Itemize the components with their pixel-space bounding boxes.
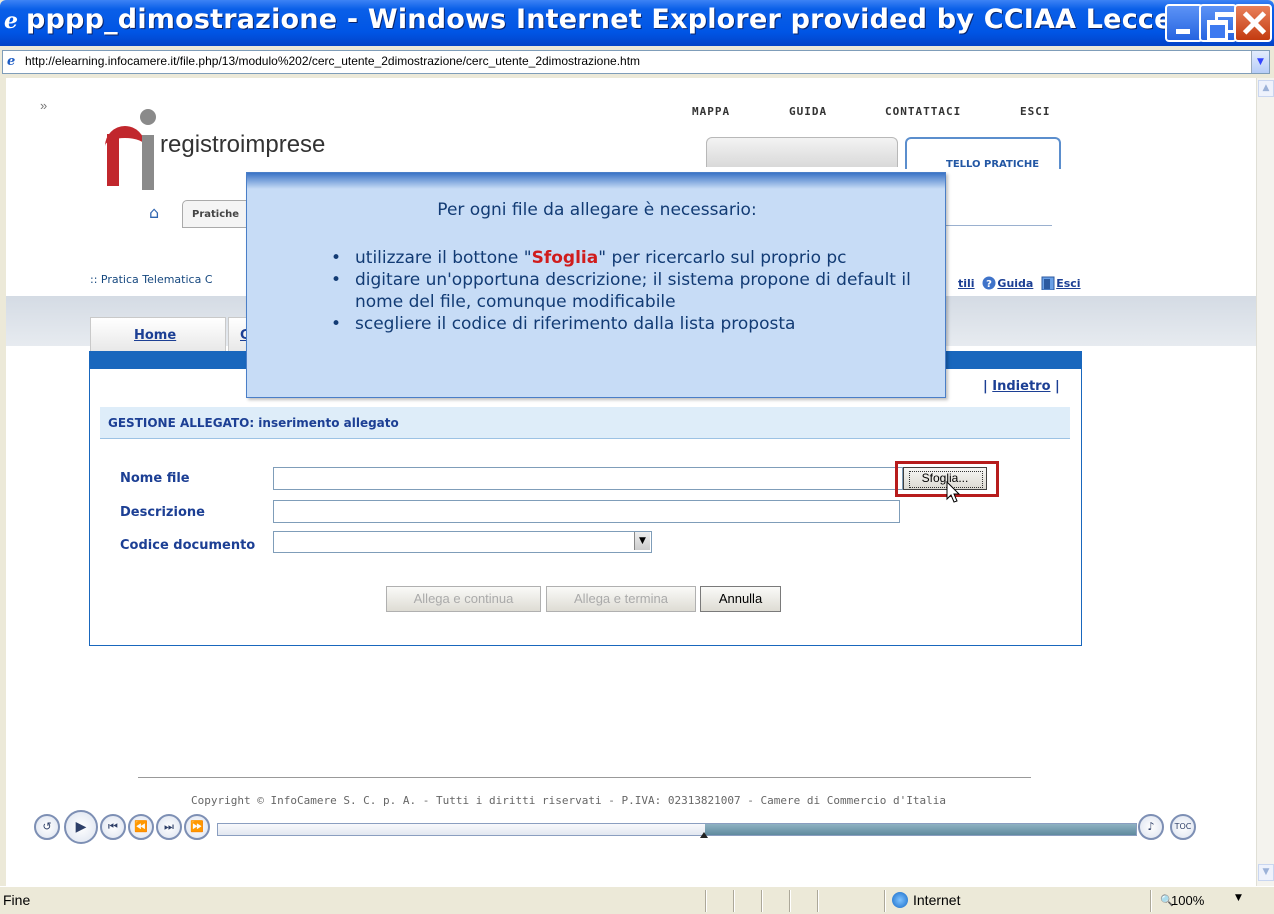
indietro-label[interactable]: Indietro: [992, 379, 1050, 394]
tooltip-item: utilizzare il bottone "Sfoglia" per rice…: [331, 247, 931, 269]
window-title: pppp_dimostrazione - Windows Internet Ex…: [26, 4, 1173, 35]
ie-logo-icon: e: [4, 8, 18, 34]
address-dropdown-icon[interactable]: ▼: [1251, 51, 1269, 73]
section-title: GESTIONE ALLEGATO: inserimento allegato: [108, 416, 399, 430]
vertical-scrollbar[interactable]: ▲ ▼: [1256, 78, 1274, 886]
address-field[interactable]: e http://elearning.infocamere.it/file.ph…: [2, 50, 1270, 74]
nome-file-label: Nome file: [120, 471, 190, 486]
footer-divider: [138, 777, 1031, 778]
status-divider: [1150, 890, 1152, 912]
select-dropdown-icon[interactable]: ▼: [634, 532, 650, 550]
minimize-button[interactable]: [1165, 4, 1203, 42]
tab-area-1[interactable]: [706, 137, 898, 167]
copyright-text: Copyright © InfoCamere S. C. p. A. - Tut…: [191, 794, 946, 807]
tab-sportello-label[interactable]: TELLO PRATICHE: [946, 159, 1039, 170]
status-bar: Fine Internet 🔍 100% ▼: [0, 886, 1274, 914]
progress-bar[interactable]: [217, 823, 1137, 836]
mouse-cursor-icon: [946, 481, 961, 503]
utility-links: tili ? Guida Esci: [958, 276, 1081, 290]
exit-door-icon: [1041, 276, 1055, 290]
status-text: Fine: [3, 892, 31, 908]
tooltip-top-gradient: [247, 173, 945, 189]
tooltip-highlight: Sfoglia: [531, 248, 599, 268]
address-url[interactable]: http://elearning.infocamere.it/file.php/…: [25, 54, 640, 68]
logo-dot: [140, 109, 156, 125]
link-contattaci[interactable]: CONTATTACI: [885, 105, 961, 118]
security-zone: Internet: [913, 892, 961, 908]
allega-termina-button[interactable]: Allega e termina: [546, 586, 696, 612]
logo-gray-bar: [142, 135, 154, 190]
tooltip-item-text: " per ricercarlo sul proprio pc: [598, 248, 847, 268]
codice-documento-label: Codice documento: [120, 538, 256, 553]
title-bar[interactable]: e pppp_dimostrazione - Windows Internet …: [0, 0, 1274, 46]
allega-continua-button[interactable]: Allega e continua: [386, 586, 541, 612]
status-divider: [817, 890, 819, 912]
svg-text:?: ?: [987, 279, 993, 290]
play-icon[interactable]: ▶: [64, 810, 98, 844]
link-guida-help[interactable]: Guida: [997, 277, 1033, 290]
link-mappa[interactable]: MAPPA: [692, 105, 730, 118]
tab-home-label[interactable]: Home: [134, 328, 176, 343]
sfoglia-button[interactable]: Sfoglia...: [903, 467, 987, 490]
page-icon: e: [7, 54, 16, 69]
zoom-dropdown-icon[interactable]: ▼: [1235, 893, 1242, 903]
help-icon: ?: [982, 276, 996, 290]
player-control-bar: ↺ ▶ ⏮ ⏪ ⏭ ⏩ ♪ TOC: [30, 810, 1230, 850]
descrizione-input[interactable]: [273, 500, 900, 523]
progress-marker-icon[interactable]: [700, 832, 708, 838]
link-esci-bottom[interactable]: Esci: [1056, 277, 1080, 290]
toc-icon[interactable]: TOC: [1170, 814, 1196, 840]
tab-pratiche[interactable]: Pratiche: [182, 200, 252, 228]
status-divider: [884, 890, 886, 912]
rewind-icon[interactable]: ⏪: [128, 814, 154, 840]
internet-zone-icon: [892, 892, 908, 908]
scroll-down-icon[interactable]: ▼: [1258, 864, 1274, 881]
volume-icon[interactable]: ♪: [1138, 814, 1164, 840]
status-divider: [789, 890, 791, 912]
tooltip-list: utilizzare il bottone "Sfoglia" per rice…: [331, 247, 931, 335]
logo-text: registroimprese: [160, 131, 326, 158]
annulla-button[interactable]: Annulla: [700, 586, 781, 612]
tooltip-item: scegliere il codice di riferimento dalla…: [331, 313, 931, 335]
tooltip-item-text: scegliere il codice di riferimento dalla…: [355, 314, 796, 334]
tooltip-item-text: digitare un'opportuna descrizione; il si…: [355, 270, 911, 312]
breadcrumb: :: Pratica Telematica C: [90, 273, 213, 286]
fast-forward-icon[interactable]: ⏩: [184, 814, 210, 840]
tooltip-item-text: utilizzare il bottone ": [355, 248, 532, 268]
status-divider: [733, 890, 735, 912]
indietro-link[interactable]: | Indietro |: [983, 379, 1060, 394]
link-utili[interactable]: tili: [958, 277, 975, 290]
section-header: GESTIONE ALLEGATO: inserimento allegato: [100, 407, 1070, 439]
replay-icon[interactable]: ↺: [34, 814, 60, 840]
maximize-button[interactable]: [1199, 4, 1237, 42]
home-icon[interactable]: ⌂: [149, 205, 165, 221]
status-divider: [761, 890, 763, 912]
nome-file-input[interactable]: [273, 467, 903, 490]
link-esci[interactable]: ESCI: [1020, 105, 1051, 118]
scroll-up-icon[interactable]: ▲: [1258, 80, 1274, 97]
descrizione-label: Descrizione: [120, 505, 205, 520]
status-divider: [705, 890, 707, 912]
tooltip-item: digitare un'opportuna descrizione; il si…: [331, 269, 931, 313]
codice-documento-select[interactable]: [273, 531, 652, 553]
link-guida[interactable]: GUIDA: [789, 105, 827, 118]
zoom-level[interactable]: 100%: [1171, 893, 1204, 908]
tooltip-title: Per ogni file da allegare è necessario:: [437, 200, 757, 220]
instruction-tooltip: Per ogni file da allegare è necessario: …: [246, 172, 946, 398]
close-button[interactable]: [1234, 4, 1272, 42]
skip-start-icon[interactable]: ⏮: [100, 814, 126, 840]
collapse-toggle[interactable]: »: [40, 98, 47, 113]
skip-end-icon[interactable]: ⏭: [156, 814, 182, 840]
progress-fill: [705, 824, 1136, 835]
